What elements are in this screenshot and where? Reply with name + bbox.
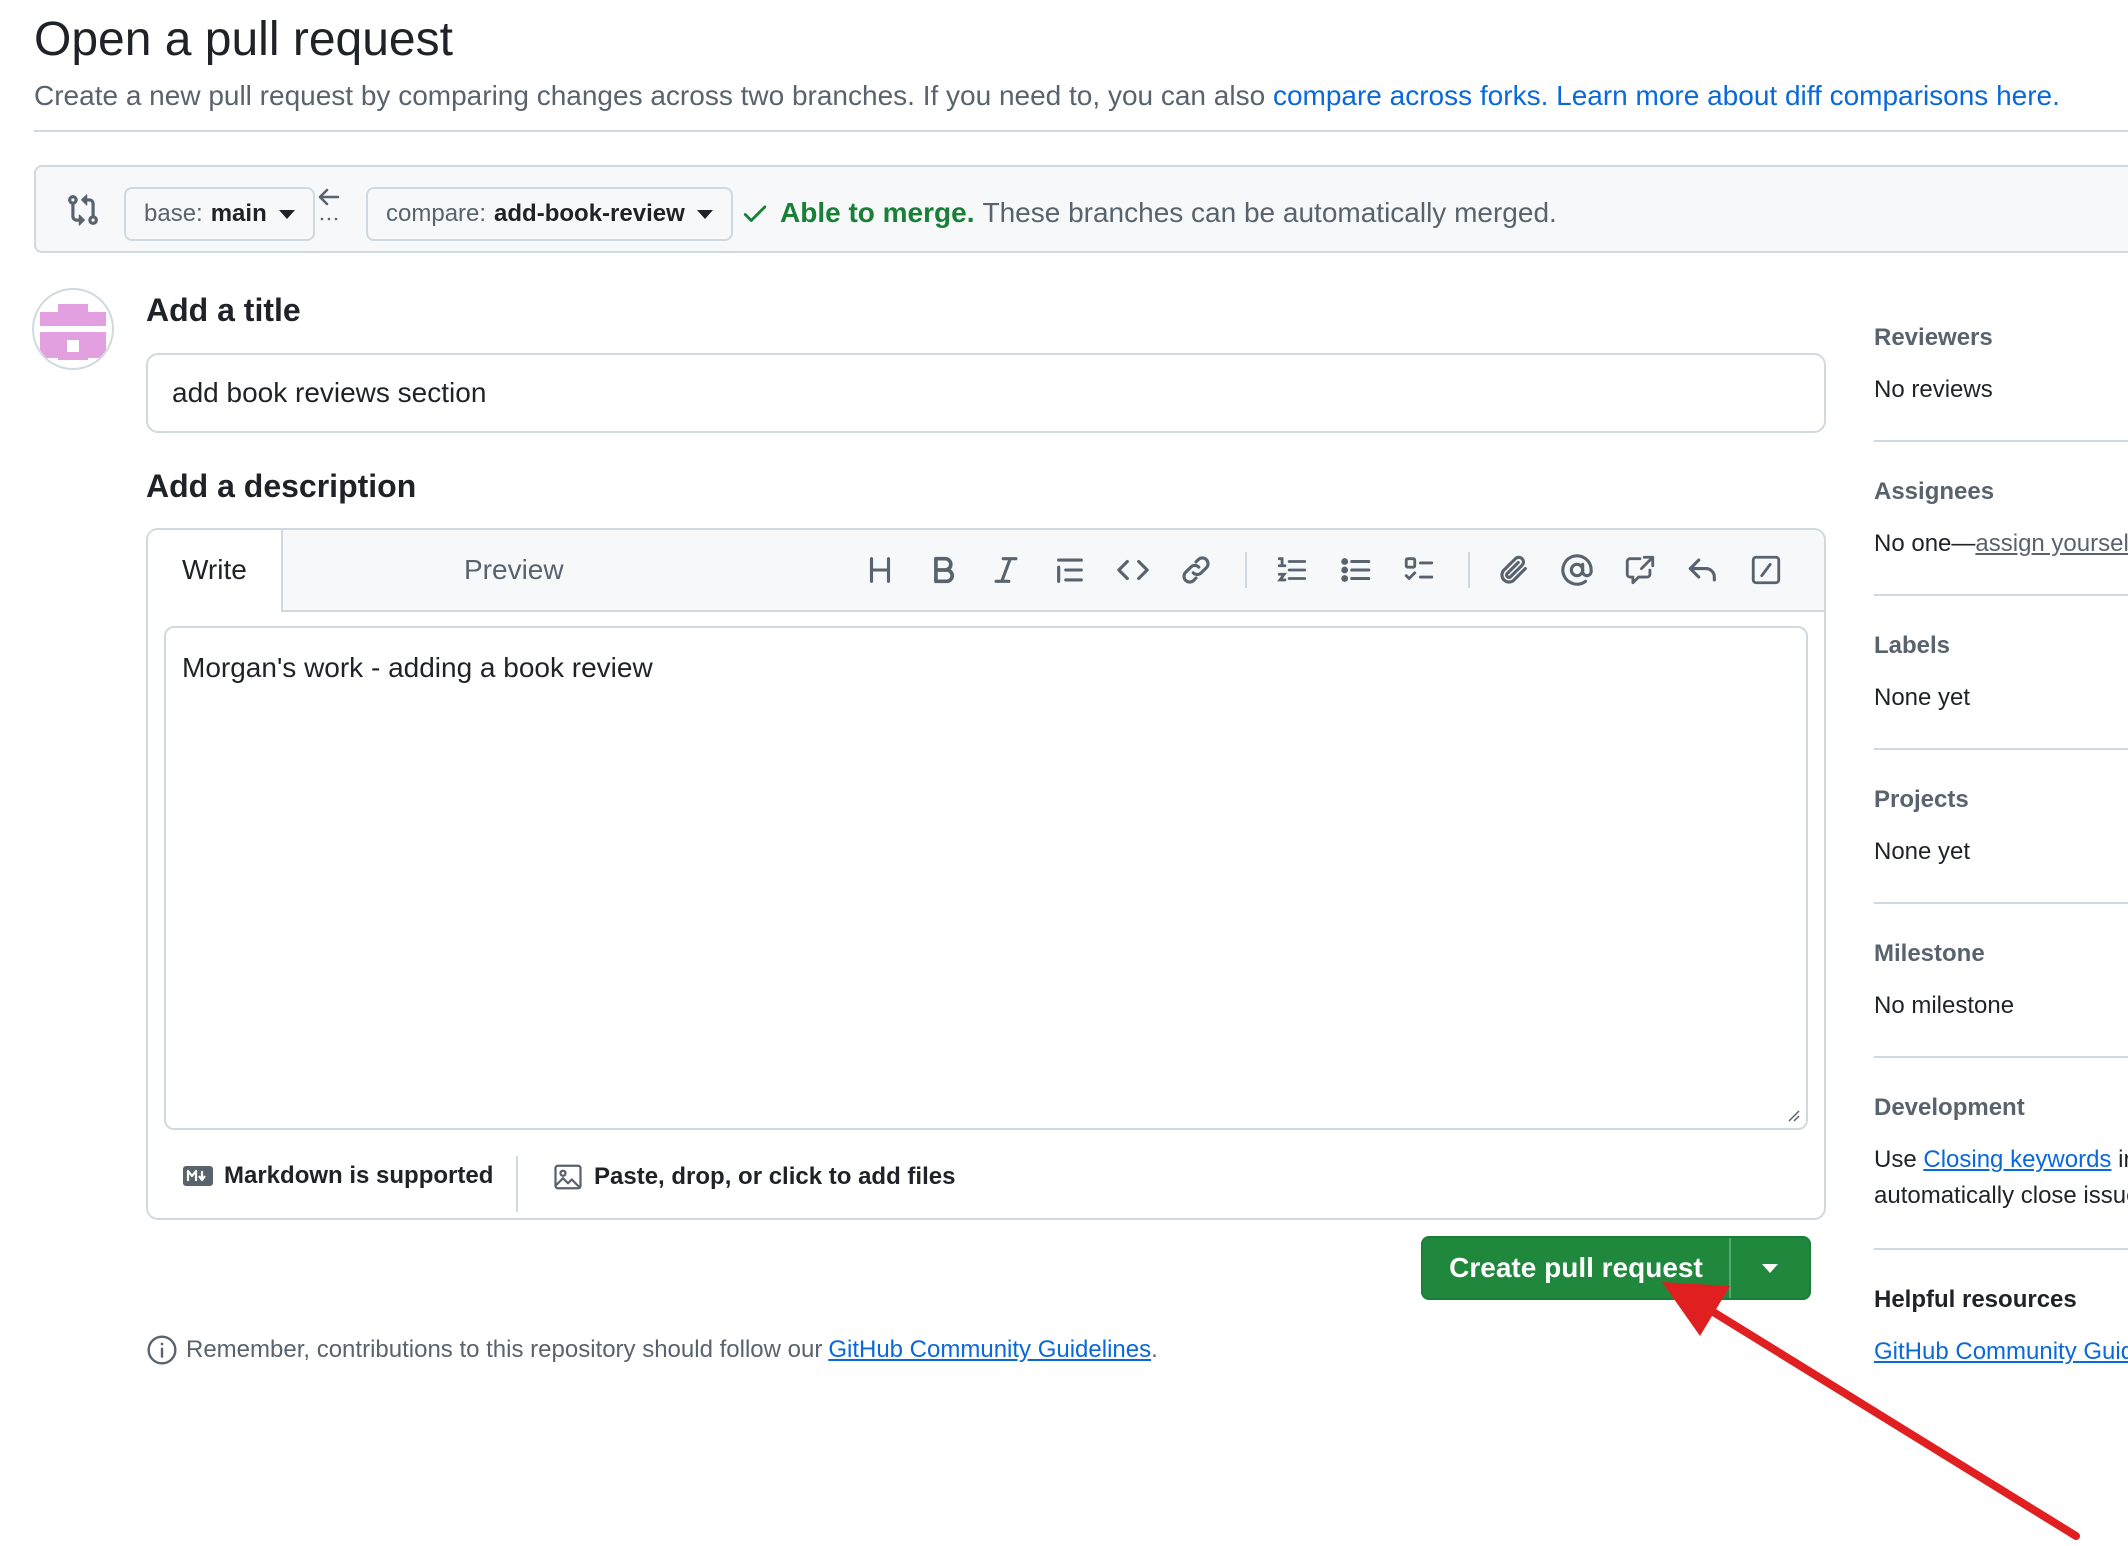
sidebar-divider <box>1874 1248 2128 1250</box>
markdown-support[interactable]: Markdown is supported <box>182 1162 493 1190</box>
base-prefix: base: <box>144 200 203 227</box>
sidebar-divider <box>1874 1056 2128 1058</box>
guidelines-prefix: Remember, contributions to this reposito… <box>186 1336 823 1363</box>
base-branch-select[interactable]: base: main <box>124 187 315 241</box>
reviewers-label[interactable]: Reviewers <box>1874 324 1993 352</box>
editor-footer: Markdown is supported Paste, drop, or cl… <box>148 1142 1824 1220</box>
description-text: Morgan's work - adding a book review <box>182 652 653 683</box>
attach-note: Paste, drop, or click to add files <box>594 1163 956 1190</box>
compare-bar: base: main compare: add-book-review Able t… <box>34 165 2128 253</box>
mention-icon[interactable] <box>1557 550 1597 590</box>
description-editor: Write Preview Morgan's work - adding a b… <box>146 528 1826 1220</box>
development-line2: automatically close issues <box>1874 1182 2128 1209</box>
task-list-icon[interactable] <box>1399 550 1439 590</box>
chevron-down-icon <box>1762 1263 1778 1273</box>
description-textarea[interactable]: Morgan's work - adding a book review <box>164 626 1808 1130</box>
editor-tabs: Write Preview <box>148 530 1824 612</box>
tab-preview[interactable]: Preview <box>430 530 598 610</box>
sidebar-divider <box>1874 594 2128 596</box>
quote-icon[interactable] <box>1050 550 1090 590</box>
create-options-dropdown[interactable] <box>1731 1238 1809 1298</box>
toolbar-divider <box>1468 552 1470 588</box>
development-label[interactable]: Development <box>1874 1094 2025 1122</box>
guidelines-suffix: . <box>1151 1336 1158 1363</box>
compare-prefix: compare: <box>386 200 487 227</box>
assignees-value: No one—assign yourself <box>1874 530 2128 558</box>
cross-reference-icon[interactable] <box>1620 550 1660 590</box>
paperclip-icon[interactable] <box>1494 550 1534 590</box>
slash-command-icon[interactable] <box>1746 550 1786 590</box>
learn-more-link[interactable]: Learn more about diff comparisons here. <box>1556 80 2060 111</box>
projects-label[interactable]: Projects <box>1874 786 1969 814</box>
title-input[interactable]: add book reviews section <box>146 353 1826 433</box>
community-guidelines-link[interactable]: GitHub Community Guidelines <box>828 1336 1151 1364</box>
helpful-resources-value: GitHub Community Guidelines <box>1874 1338 2128 1366</box>
milestone-label[interactable]: Milestone <box>1874 940 1985 968</box>
create-pull-request-main[interactable]: Create pull request <box>1423 1238 1731 1298</box>
development-suffix: in <box>2118 1146 2128 1173</box>
markdown-note: Markdown is supported <box>224 1162 494 1189</box>
bold-icon[interactable] <box>923 550 963 590</box>
closing-keywords-link[interactable]: Closing keywords <box>1923 1146 2111 1173</box>
assignees-label[interactable]: Assignees <box>1874 478 1994 506</box>
compare-branch-select[interactable]: compare: add-book-review <box>366 187 733 241</box>
helpful-guidelines-link[interactable]: GitHub Community Guidelines <box>1874 1338 2128 1365</box>
merge-status: Able to merge. These branches can be aut… <box>740 193 1557 233</box>
sidebar-divider <box>1874 440 2128 442</box>
labels-value: None yet <box>1874 684 1971 711</box>
page-subtitle: Create a new pull request by comparing c… <box>34 76 2060 116</box>
markdown-icon <box>182 1165 214 1187</box>
development-line1: Use Closing keywords in <box>1874 1146 2128 1174</box>
description-label: Add a description <box>146 468 417 504</box>
heading-icon[interactable] <box>860 550 900 590</box>
merge-detail-text: These branches can be automatically merg… <box>982 197 1557 228</box>
chevron-down-icon <box>278 209 295 219</box>
arrow-left-icon <box>314 185 344 230</box>
footer-divider <box>516 1156 518 1212</box>
create-pull-request-button: Create pull request <box>1421 1236 1811 1300</box>
check-icon <box>740 198 770 228</box>
reply-icon[interactable] <box>1683 550 1723 590</box>
avatar[interactable] <box>32 288 114 370</box>
ordered-list-icon[interactable] <box>1272 550 1312 590</box>
compare-icon <box>66 193 100 232</box>
subtitle-text: Create a new pull request by comparing c… <box>34 80 1273 111</box>
compare-forks-link[interactable]: compare across forks. <box>1273 80 1548 111</box>
resize-handle-icon[interactable] <box>1786 1108 1800 1122</box>
merge-ok-text: Able to merge. <box>780 197 975 228</box>
labels-label[interactable]: Labels <box>1874 632 1950 660</box>
tab-write[interactable]: Write <box>148 530 283 612</box>
sidebar-divider <box>1874 902 2128 904</box>
reviewers-value: No reviews <box>1874 376 1993 403</box>
header-divider <box>34 130 2128 132</box>
info-icon <box>146 1334 178 1366</box>
base-branch-name: main <box>210 200 267 227</box>
milestone-value: No milestone <box>1874 992 2015 1019</box>
guidelines-note: Remember, contributions to this reposito… <box>146 1334 1158 1366</box>
development-prefix: Use <box>1874 1146 1924 1173</box>
helpful-resources-label: Helpful resources <box>1874 1286 2077 1313</box>
title-label: Add a title <box>146 292 301 328</box>
sidebar-divider <box>1874 748 2128 750</box>
image-icon <box>552 1162 584 1192</box>
attach-files[interactable]: Paste, drop, or click to add files <box>552 1162 955 1192</box>
link-icon[interactable] <box>1176 550 1216 590</box>
italic-icon[interactable] <box>986 550 1026 590</box>
chevron-down-icon <box>696 209 713 219</box>
unordered-list-icon[interactable] <box>1336 550 1376 590</box>
code-icon[interactable] <box>1113 550 1153 590</box>
assign-yourself-link[interactable]: assign yourself <box>1975 530 2128 557</box>
assignees-prefix: No one— <box>1874 530 1976 557</box>
toolbar-divider <box>1245 552 1247 588</box>
page-title: Open a pull request <box>34 13 453 66</box>
compare-branch-name: add-book-review <box>494 200 685 227</box>
projects-value: None yet <box>1874 838 1971 865</box>
